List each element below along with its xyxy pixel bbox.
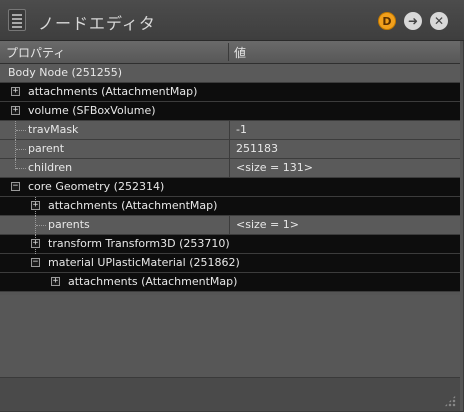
column-divider xyxy=(229,121,230,140)
value-column-header[interactable]: 値 xyxy=(234,44,246,61)
empty-area xyxy=(0,295,460,377)
tree-row[interactable]: − material UPlasticMaterial (251862) xyxy=(0,254,460,273)
property-column-header[interactable]: プロパティ xyxy=(6,44,65,61)
expand-icon[interactable]: + xyxy=(11,87,20,96)
property-tree: Body Node (251255) + attachments (Attach… xyxy=(0,64,460,292)
tree-row-label: attachments (AttachmentMap) xyxy=(28,85,198,98)
d-button[interactable]: D xyxy=(378,12,396,30)
tree-row-label: volume (SFBoxVolume) xyxy=(28,104,156,117)
title-bar[interactable]: ノードエディタ D ➜ ✕ xyxy=(0,0,464,41)
tree-row-label: Body Node (251255) xyxy=(8,66,123,79)
tree-row[interactable]: − core Geometry (252314) xyxy=(0,178,460,197)
tree-connector xyxy=(16,149,26,151)
tree-row-label: travMask xyxy=(28,123,79,136)
tree-row-root[interactable]: Body Node (251255) xyxy=(0,64,460,83)
tree-row-label: parent xyxy=(28,142,65,155)
tree-row-value[interactable]: -1 xyxy=(236,123,247,136)
column-divider xyxy=(229,140,230,159)
collapse-icon[interactable]: − xyxy=(11,182,20,191)
tree-row-value[interactable]: <size = 1> xyxy=(236,218,299,231)
tree-row-value[interactable]: 251183 xyxy=(236,142,278,155)
tree-row[interactable]: + attachments (AttachmentMap) xyxy=(0,273,460,292)
node-editor-window: ノードエディタ D ➜ ✕ プロパティ 値 Body Node (251255)… xyxy=(0,0,464,412)
tree-row-label: material UPlasticMaterial (251862) xyxy=(48,256,240,269)
arrow-right-icon[interactable]: ➜ xyxy=(404,12,422,30)
tree-connector xyxy=(16,168,26,170)
tree-row[interactable]: + attachments (AttachmentMap) xyxy=(0,197,460,216)
collapse-icon[interactable]: − xyxy=(31,258,40,267)
expand-icon[interactable]: + xyxy=(31,201,40,210)
tree-connector xyxy=(16,130,26,132)
column-divider xyxy=(229,159,230,178)
column-divider xyxy=(229,216,230,235)
resize-grip-icon[interactable] xyxy=(444,395,456,407)
tree-row-label: children xyxy=(28,161,73,174)
tree-row-value[interactable]: <size = 131> xyxy=(236,161,313,174)
expand-icon[interactable]: + xyxy=(51,277,60,286)
tree-row[interactable]: + transform Transform3D (253710) xyxy=(0,235,460,254)
close-icon[interactable]: ✕ xyxy=(430,12,448,30)
expand-icon[interactable]: + xyxy=(11,106,20,115)
status-bar xyxy=(0,377,460,411)
tree-row[interactable]: travMask -1 xyxy=(0,121,460,140)
tree-row[interactable]: parents <size = 1> xyxy=(0,216,460,235)
tree-row[interactable]: + volume (SFBoxVolume) xyxy=(0,102,460,121)
tree-row[interactable]: parent 251183 xyxy=(0,140,460,159)
tree-row-label: attachments (AttachmentMap) xyxy=(68,275,238,288)
tree-row[interactable]: + attachments (AttachmentMap) xyxy=(0,83,460,102)
document-icon xyxy=(8,9,26,31)
column-header: プロパティ 値 xyxy=(0,41,460,64)
tree-row-label: transform Transform3D (253710) xyxy=(48,237,230,250)
tree-row-label: core Geometry (252314) xyxy=(28,180,165,193)
tree-row-label: parents xyxy=(48,218,90,231)
column-divider[interactable] xyxy=(228,43,229,61)
tree-row[interactable]: children <size = 131> xyxy=(0,159,460,178)
tree-row-label: attachments (AttachmentMap) xyxy=(48,199,218,212)
expand-icon[interactable]: + xyxy=(31,239,40,248)
window-title: ノードエディタ xyxy=(38,14,156,33)
tree-connector xyxy=(36,225,46,227)
